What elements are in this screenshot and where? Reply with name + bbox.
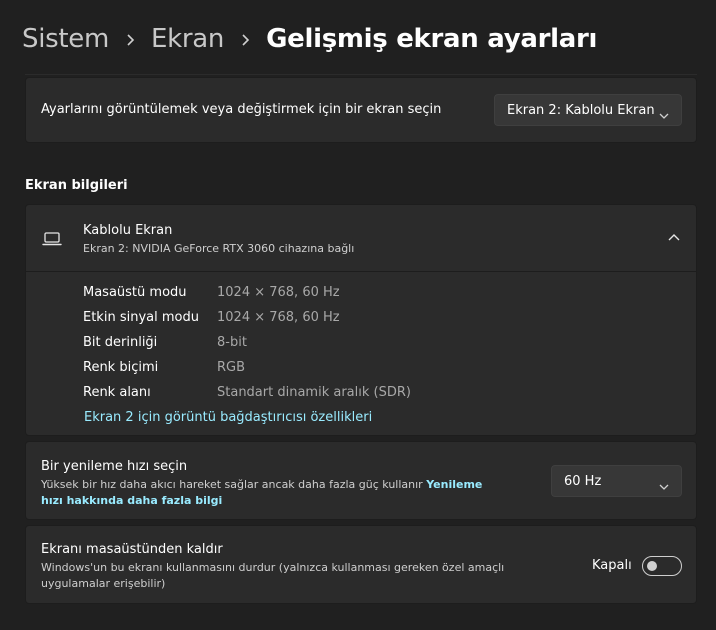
- refresh-rate-value: 60 Hz: [564, 473, 602, 489]
- refresh-rate-card: Bir yenileme hızı seçin Yüksek bir hız d…: [25, 441, 697, 520]
- toggle-state-label: Kapalı: [592, 558, 632, 573]
- property-value: RGB: [217, 360, 246, 375]
- display-select-dropdown[interactable]: Ekran 2: Kablolu Ekran: [494, 94, 682, 126]
- chevron-right-icon: [109, 30, 151, 49]
- divider: [25, 74, 697, 75]
- chevron-right-icon: [224, 30, 266, 49]
- remove-display-card: Ekranı masaüstünden kaldır Windows'un bu…: [25, 525, 697, 604]
- remove-display-title: Ekranı masaüstünden kaldır: [41, 542, 223, 557]
- page-title: Gelişmiş ekran ayarları: [266, 24, 598, 54]
- property-value: 1024 × 768, 60 Hz: [217, 310, 340, 325]
- property-value: Standart dinamik aralık (SDR): [217, 385, 411, 400]
- property-label: Masaüstü modu: [83, 285, 187, 300]
- breadcrumb-item-ekran[interactable]: Ekran: [151, 24, 224, 54]
- property-label: Bit derinliği: [83, 335, 158, 350]
- refresh-rate-dropdown[interactable]: 60 Hz: [551, 465, 682, 497]
- property-label: Renk biçimi: [83, 360, 159, 375]
- remove-display-toggle[interactable]: [642, 556, 682, 576]
- advanced-display-settings-page: Sistem Ekran Gelişmiş ekran ayarları Aya…: [0, 0, 716, 630]
- display-info-title: Kablolu Ekran: [83, 223, 173, 238]
- refresh-rate-description-text: Yüksek bir hız daha akıcı hareket sağlar…: [41, 478, 427, 491]
- adapter-properties-link[interactable]: Ekran 2 için görüntü bağdaştırıcısı özel…: [84, 410, 372, 425]
- breadcrumb-item-sistem[interactable]: Sistem: [22, 24, 109, 54]
- display-info-card: Kablolu Ekran Ekran 2: NVIDIA GeForce RT…: [25, 204, 697, 436]
- property-label: Renk alanı: [83, 385, 151, 400]
- refresh-rate-description: Yüksek bir hız daha akıcı hareket sağlar…: [41, 477, 501, 509]
- chevron-down-icon: [659, 105, 669, 124]
- property-value: 1024 × 768, 60 Hz: [217, 285, 340, 300]
- chevron-down-icon: [659, 476, 669, 495]
- section-title: Ekran bilgileri: [25, 178, 128, 193]
- display-select-value: Ekran 2: Kablolu Ekran: [507, 102, 655, 118]
- refresh-rate-title: Bir yenileme hızı seçin: [41, 459, 188, 474]
- remove-display-description: Windows'un bu ekranı kullanmasını durdur…: [41, 561, 505, 590]
- display-select-card: Ayarlarını görüntülemek veya değiştirmek…: [25, 77, 697, 143]
- property-value: 8-bit: [217, 335, 247, 350]
- breadcrumb: Sistem Ekran Gelişmiş ekran ayarları: [22, 20, 597, 58]
- toggle-knob: [647, 561, 657, 571]
- laptop-icon: [42, 231, 62, 251]
- chevron-up-icon[interactable]: [666, 230, 682, 246]
- display-info-header[interactable]: Kablolu Ekran Ekran 2: NVIDIA GeForce RT…: [26, 205, 696, 272]
- display-info-subtitle: Ekran 2: NVIDIA GeForce RTX 3060 cihazın…: [83, 242, 355, 255]
- property-label: Etkin sinyal modu: [83, 310, 199, 325]
- display-select-label: Ayarlarını görüntülemek veya değiştirmek…: [41, 102, 442, 117]
